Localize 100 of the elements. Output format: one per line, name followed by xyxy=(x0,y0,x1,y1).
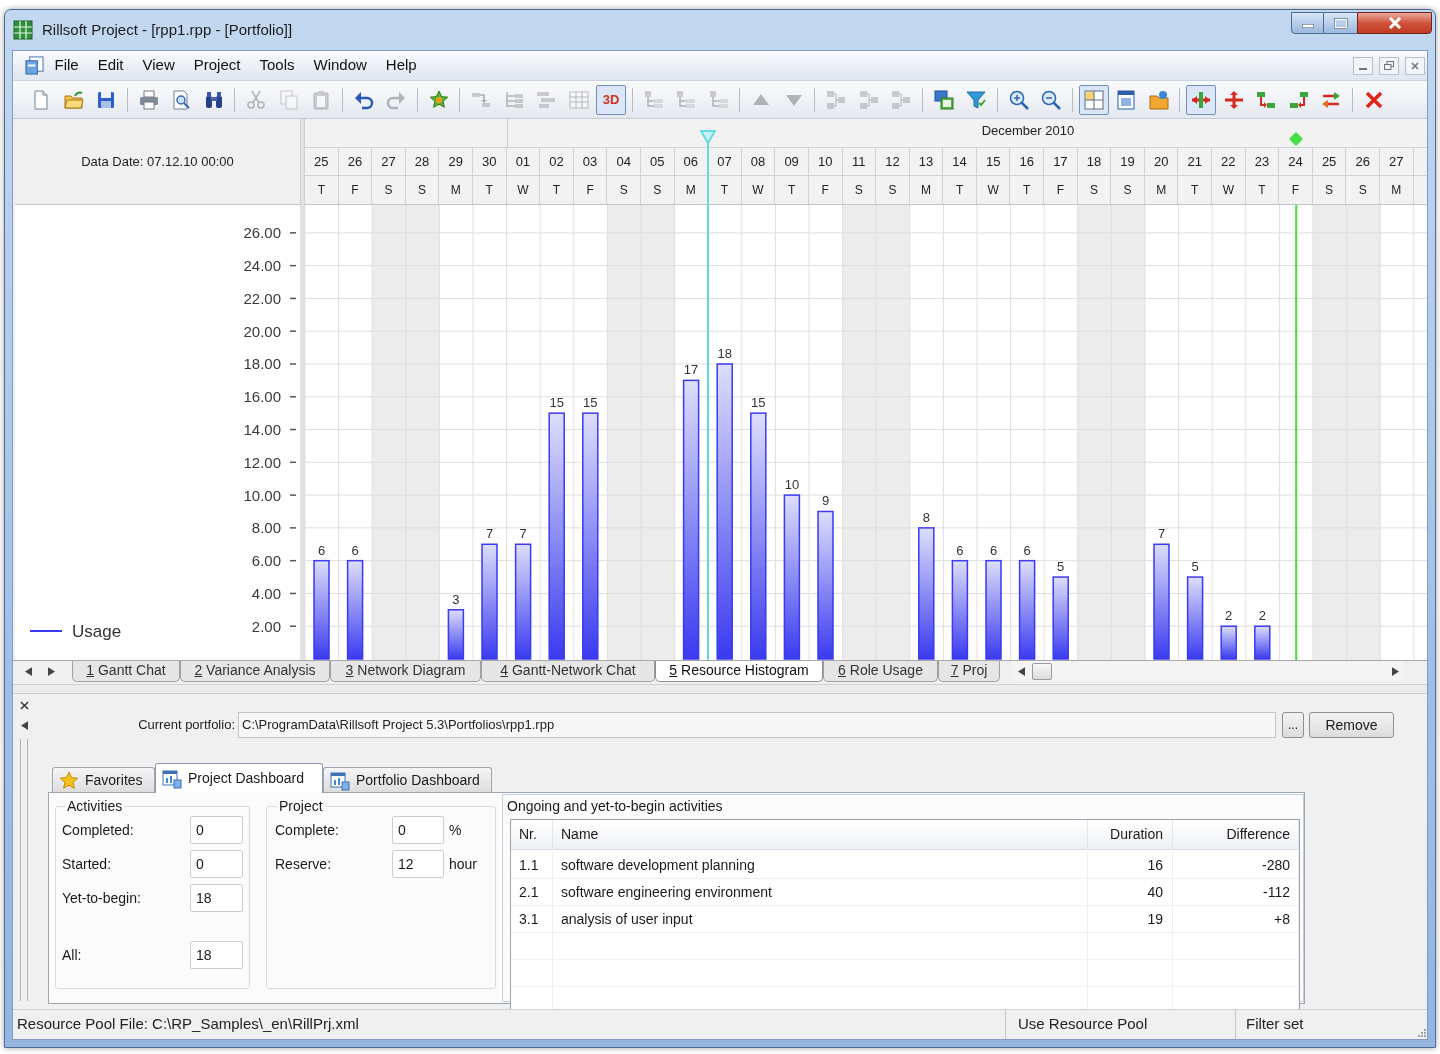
table-grid-icon xyxy=(568,89,589,110)
menu-item[interactable]: Help xyxy=(376,53,427,78)
caret-left-icon xyxy=(1017,666,1025,676)
field-label: Complete: xyxy=(275,820,340,840)
restore-button[interactable] xyxy=(1379,56,1399,75)
field-label: Started: xyxy=(62,854,113,874)
column-header[interactable]: Difference xyxy=(1173,820,1299,849)
close-panel-button[interactable] xyxy=(18,699,30,711)
step-arrows-icon xyxy=(1288,89,1309,110)
view-tab[interactable]: 6 Role Usage xyxy=(823,661,938,682)
view-tab[interactable]: 2 Variance Analysis xyxy=(180,661,330,682)
remove-button[interactable]: Remove xyxy=(1309,712,1394,738)
star-icon xyxy=(428,89,449,110)
node-links-icon xyxy=(858,89,879,110)
swap-arrows-icon xyxy=(1321,89,1341,110)
field-label: Current portfolio: xyxy=(137,716,236,735)
zoom-out-icon xyxy=(1041,89,1061,110)
dashboard-tab[interactable]: Favorites xyxy=(52,767,155,793)
star-icon xyxy=(59,770,79,791)
portfolio-path-field[interactable]: C:\ProgramData\Rillsoft Project 5.3\Portfolios\rpp1.rpp xyxy=(238,712,1276,738)
table-cell: -112 xyxy=(1173,879,1299,905)
3d-view-button[interactable]: 3D xyxy=(596,84,626,115)
browse-button[interactable]: ... xyxy=(1282,712,1304,738)
filter-funnel-icon xyxy=(966,89,986,110)
overlapping-windows-icon xyxy=(933,89,954,110)
column-header[interactable]: Name xyxy=(553,820,1088,849)
column-header[interactable]: Nr. xyxy=(511,820,553,849)
menu-item[interactable]: Project xyxy=(184,53,250,78)
column-header[interactable]: Duration xyxy=(1088,820,1173,849)
table-cell: analysis of user input xyxy=(553,906,1088,932)
stacked-bars-icon xyxy=(536,89,556,110)
number-field[interactable]: 18 xyxy=(190,884,243,912)
caret-right-icon xyxy=(1391,666,1399,676)
minimize-icon xyxy=(1301,24,1314,28)
view-tab[interactable]: 7 Proj xyxy=(938,661,1000,682)
menu-item[interactable]: Edit xyxy=(88,53,134,78)
collapse-panel-button[interactable] xyxy=(18,719,30,731)
field-label: Yet-to-begin: xyxy=(62,888,142,908)
dashboard-tab[interactable]: Project Dashboard xyxy=(155,763,323,793)
scrollbar-thumb[interactable] xyxy=(1032,662,1052,680)
number-field[interactable]: 0 xyxy=(190,816,243,844)
branch-lines-icon xyxy=(503,89,524,110)
status-text: Filter set xyxy=(1246,1014,1304,1035)
new-document-icon xyxy=(31,89,51,110)
diamond-marker-icon xyxy=(1289,132,1304,146)
unit-label: % xyxy=(449,820,462,840)
caret-left-icon xyxy=(20,720,28,730)
chart-window-icon xyxy=(162,768,182,789)
document-magnifier-icon xyxy=(171,89,191,110)
number-field[interactable]: 0 xyxy=(392,816,444,844)
split-arrows-icon xyxy=(1191,89,1211,110)
binoculars-icon xyxy=(203,89,224,110)
view-tab[interactable]: 4 Gantt-Network Chat xyxy=(481,661,655,682)
table-cell: 19 xyxy=(1088,906,1173,932)
menu-item[interactable]: Window xyxy=(304,53,377,78)
view-tab[interactable]: 3 Network Diagram xyxy=(330,661,481,682)
restore-icon xyxy=(1384,61,1394,70)
document-window-icon xyxy=(25,56,44,75)
table-cell: -280 xyxy=(1173,852,1299,878)
grid-icon xyxy=(1083,89,1104,110)
field-label: All: xyxy=(62,945,83,965)
redo-arrow-icon xyxy=(386,89,406,110)
view-tab[interactable]: 1 Gantt Chat xyxy=(72,661,180,682)
cross-arrows-icon xyxy=(1223,89,1244,110)
dashboard-tab[interactable]: Portfolio Dashboard xyxy=(323,767,492,793)
group-title: Project xyxy=(278,798,324,814)
scissors-icon xyxy=(246,89,266,110)
folder-icon xyxy=(1148,89,1169,110)
menu-item[interactable]: File xyxy=(45,53,89,78)
split-arrows-button[interactable] xyxy=(1186,84,1216,115)
close-icon xyxy=(1387,17,1402,29)
grid-button[interactable] xyxy=(1078,84,1109,115)
minimize-button[interactable] xyxy=(1291,12,1324,34)
maximize-button[interactable] xyxy=(1324,12,1357,34)
box-tree-icon xyxy=(708,89,729,110)
minimize-button[interactable] xyxy=(1353,56,1373,75)
clipboard-icon xyxy=(311,89,331,110)
resize-grip-icon xyxy=(1418,1029,1426,1037)
chart-page-icon xyxy=(1116,89,1136,110)
table-cell: +8 xyxy=(1173,906,1299,932)
box-tree-icon xyxy=(643,89,664,110)
view-tab[interactable]: 5 Resource Histogram xyxy=(655,661,823,682)
node-links-icon xyxy=(891,89,911,110)
field-label: Completed: xyxy=(62,820,135,840)
close-button[interactable] xyxy=(1357,12,1432,34)
table-cell: 40 xyxy=(1088,879,1173,905)
table-cell: software engineering environment xyxy=(553,879,1088,905)
menu-item[interactable]: Tools xyxy=(249,53,304,78)
number-field[interactable]: 18 xyxy=(190,941,243,969)
table-cell: 3.1 xyxy=(511,906,553,932)
printer-icon xyxy=(138,89,159,110)
field-label: Reserve: xyxy=(275,854,333,874)
close-x-icon xyxy=(19,700,29,710)
status-text: Use Resource Pool xyxy=(1018,1014,1148,1035)
number-field[interactable]: 12 xyxy=(392,850,444,878)
horizontal-scrollbar[interactable] xyxy=(1012,661,1404,681)
number-field[interactable]: 0 xyxy=(190,850,243,878)
table-cell: 1.1 xyxy=(511,852,553,878)
menu-item[interactable]: View xyxy=(133,53,185,78)
table-cell: software development planning xyxy=(553,852,1088,878)
